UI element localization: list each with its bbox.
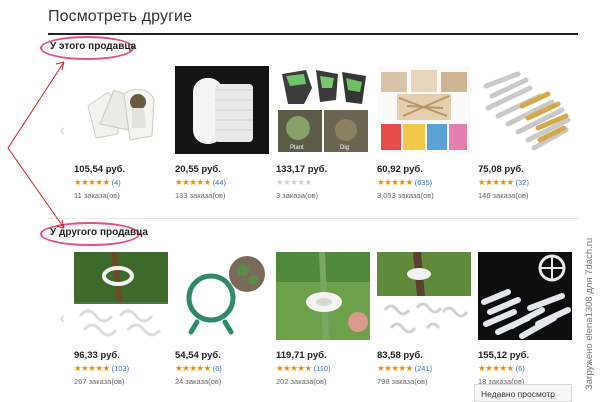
- watermark: Загружено elena1308 для 7dach.ru: [584, 237, 595, 390]
- annotation-arrows: [7, 61, 65, 229]
- recently-viewed-tab[interactable]: Недавно просмотр: [474, 384, 572, 402]
